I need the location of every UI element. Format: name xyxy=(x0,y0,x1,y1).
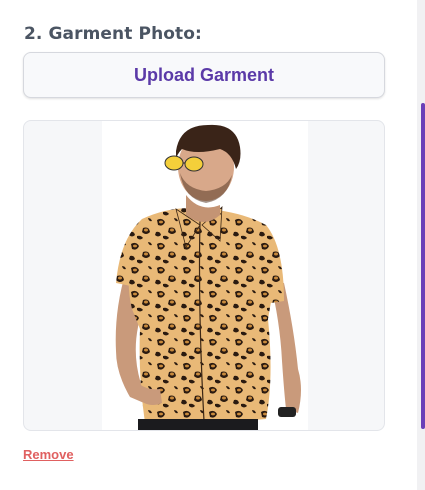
garment-photo xyxy=(102,121,308,430)
garment-photo-label: 2. Garment Photo: xyxy=(24,24,202,44)
garment-panel: 2. Garment Photo: Upload Garment Remove xyxy=(0,0,425,490)
scrollbar-thumb[interactable] xyxy=(421,103,425,429)
upload-garment-button[interactable]: Upload Garment xyxy=(23,52,385,98)
man-in-leopard-shirt-image xyxy=(102,121,308,430)
remove-link[interactable]: Remove xyxy=(23,447,74,462)
garment-preview xyxy=(23,120,385,431)
